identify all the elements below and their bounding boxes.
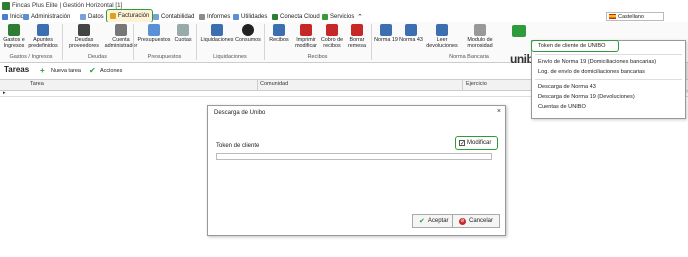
cuotas-button[interactable]: Cuotas: [172, 24, 194, 43]
morosidad-icon: [474, 24, 486, 36]
cobro-icon: [326, 24, 338, 36]
recibos-icon: [273, 24, 285, 36]
spain-flag-icon: [609, 14, 616, 19]
check-icon[interactable]: ✔: [89, 66, 96, 75]
token-input[interactable]: [216, 153, 492, 160]
norma-19-button[interactable]: Norma 19: [374, 24, 398, 43]
cloud-icon: [272, 14, 278, 20]
actions-button[interactable]: Acciones: [100, 68, 122, 74]
cuenta-icon: [115, 24, 127, 36]
window-title: Fincas Plus Elite | Gestión Horizontal […: [12, 2, 123, 9]
cobro-recibos-button[interactable]: Cobro de recibos: [320, 24, 344, 49]
imprimir-modificar-button[interactable]: Imprimir modificar: [292, 24, 320, 49]
tab-servicios[interactable]: Servicios: [322, 12, 354, 22]
consumos-button[interactable]: Consumos: [235, 24, 261, 43]
unibo-icon: [512, 25, 526, 37]
new-task-button[interactable]: Nueva tarea: [51, 68, 81, 74]
norma-43-button[interactable]: Norma 43: [399, 24, 423, 43]
close-icon[interactable]: ×: [497, 108, 501, 115]
unibo-download-dialog: Descarga de Unibo × Token de cliente ✓ M…: [207, 105, 506, 236]
presupuestos-icon: [148, 24, 160, 36]
print-icon: [300, 24, 312, 36]
menu-item-token[interactable]: Token de cliente de UNIBO: [538, 43, 605, 49]
group-label-gastos: Gastos / Ingresos: [9, 54, 53, 60]
gastos-ingresos-button[interactable]: Gastos e Ingresos: [3, 24, 25, 49]
dialog-title: Descarga de Unibo: [214, 110, 266, 116]
borrar-remesa-button[interactable]: Borrar remesa: [345, 24, 369, 49]
column-divider: [257, 80, 258, 90]
group-label-presupuestos: Presupuestos: [147, 54, 182, 60]
group-label-liquidaciones: Liquidaciones: [213, 54, 247, 60]
apuntes-predefinidos-button[interactable]: Apuntes predefinidos: [28, 24, 58, 49]
apuntes-icon: [37, 24, 49, 36]
tab-contabilidad[interactable]: Contabilidad: [153, 12, 194, 22]
menu-separator: [535, 79, 682, 80]
devoluciones-icon: [436, 24, 448, 36]
checkbox-checked-icon: ✓: [459, 140, 466, 147]
reports-icon: [199, 14, 205, 20]
token-label: Token de cliente: [216, 143, 260, 149]
tab-datos[interactable]: Datos: [80, 12, 104, 22]
cancel-icon: ⊘: [459, 217, 466, 225]
menu-item-descarga-norma43[interactable]: Descarga de Norma 43: [538, 84, 596, 90]
recibos-button[interactable]: Recibos: [267, 24, 291, 43]
services-icon: [322, 14, 328, 20]
leer-devoluciones-button[interactable]: Leer devoluciones: [425, 24, 459, 49]
column-header-comunidad[interactable]: Comunidad: [260, 81, 288, 87]
home-icon: [2, 14, 8, 20]
row-pointer-icon: ▸: [3, 90, 6, 96]
admin-icon: [23, 14, 29, 20]
cancel-button[interactable]: ⊘ Cancelar: [452, 214, 501, 228]
invoice-icon: [110, 13, 116, 19]
tab-utilidades[interactable]: Utilidades: [233, 12, 267, 22]
accounting-icon: [153, 14, 159, 20]
norma43-icon: [405, 24, 417, 36]
accept-button[interactable]: ✔ Aceptar: [412, 214, 456, 228]
group-label-deudas: Deudas: [88, 54, 107, 60]
menu-item-envio-norma19[interactable]: Envío de Norma 19 (Domiciliaciones banca…: [538, 59, 656, 65]
language-select[interactable]: Castellano: [606, 12, 664, 21]
group-label-recibos: Recibos: [307, 54, 328, 60]
deudas-proveedores-button[interactable]: Deudas proveedores: [66, 24, 102, 49]
app-logo-icon: [2, 2, 10, 10]
liquidaciones-icon: [211, 24, 223, 36]
consumos-icon: [242, 24, 254, 36]
tasks-title: Tareas: [4, 65, 30, 74]
tab-conecta-cloud[interactable]: Conecta Cloud: [272, 12, 320, 22]
modulo-morosidad-button[interactable]: Modulo de morosidad: [463, 24, 497, 49]
menu-tabs: Inicio Administración Datos Facturación …: [0, 9, 688, 23]
menu-item-cuentas-unibo[interactable]: Cuentas de UNIBO: [538, 104, 586, 110]
tab-inicio[interactable]: Inicio: [2, 12, 24, 22]
delete-icon: [351, 24, 363, 36]
column-header-ejercicio[interactable]: Ejercicio: [466, 81, 487, 87]
tools-icon: [233, 14, 239, 20]
collapse-ribbon-icon[interactable]: ⌃: [357, 12, 363, 22]
modify-checkbox[interactable]: ✓ Modificar: [455, 136, 498, 150]
norma19-icon: [380, 24, 392, 36]
tab-facturacion[interactable]: Facturación: [106, 9, 154, 23]
tab-informes[interactable]: Informes: [199, 12, 230, 22]
column-divider: [462, 80, 463, 90]
liquidaciones-button[interactable]: Liquidaciones: [200, 24, 234, 43]
gastos-icon: [8, 24, 20, 36]
deudas-icon: [78, 24, 90, 36]
cuotas-icon: [177, 24, 189, 36]
menu-item-log-envio[interactable]: Log. de envío de domiciliaciones bancari…: [538, 69, 645, 75]
presupuestos-button[interactable]: Presupuestos: [137, 24, 171, 43]
menu-separator: [535, 54, 682, 55]
title-bar: Fincas Plus Elite | Gestión Horizontal […: [0, 0, 688, 12]
tab-administracion[interactable]: Administración: [23, 12, 70, 22]
menu-item-descarga-norma19[interactable]: Descarga de Norma 19 (Devoluciones): [538, 94, 635, 100]
data-icon: [80, 14, 86, 20]
check-icon: ✔: [419, 218, 425, 225]
column-header-tarea[interactable]: Tarea: [30, 81, 44, 87]
unibo-menu: Token de cliente de UNIBO Envío de Norma…: [531, 40, 686, 119]
plus-icon[interactable]: +: [40, 66, 45, 75]
